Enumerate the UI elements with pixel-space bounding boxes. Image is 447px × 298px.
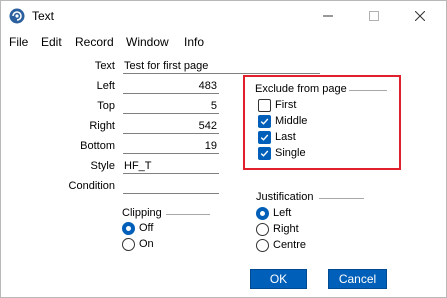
top-label: Top	[97, 100, 115, 112]
ok-button[interactable]: OK	[250, 269, 307, 289]
radio-selected-icon	[122, 222, 135, 235]
exclude-group-title: Exclude from page	[255, 83, 347, 95]
condition-field[interactable]	[123, 179, 219, 194]
clipping-group-line	[166, 214, 210, 215]
justification-group-line	[319, 198, 364, 199]
maximize-icon	[369, 11, 379, 21]
menu-file[interactable]: File	[9, 35, 28, 49]
minimize-button[interactable]	[305, 1, 351, 31]
justification-group-title: Justification	[256, 191, 314, 203]
title-bar[interactable]: Text	[1, 1, 446, 31]
close-icon	[415, 11, 425, 21]
menu-record[interactable]: Record	[75, 35, 114, 49]
text-field[interactable]: Test for first page	[123, 59, 320, 74]
radio-unselected-icon	[122, 238, 135, 251]
clipping-group-title: Clipping	[122, 207, 162, 219]
text-label: Text	[94, 60, 115, 72]
left-label: Left	[96, 80, 115, 92]
checkbox-checked-icon	[258, 147, 271, 160]
exclude-middle-label: Middle	[275, 115, 308, 127]
menu-bar: File Edit Record Window Info	[1, 32, 446, 52]
app-logo-icon	[9, 8, 25, 24]
window-title: Text	[32, 9, 55, 23]
checkbox-checked-icon	[258, 115, 271, 128]
radio-unselected-icon	[256, 223, 269, 236]
justification-left-label: Left	[273, 207, 292, 219]
exclude-single-label: Single	[275, 147, 306, 159]
exclude-first-label: First	[275, 99, 297, 111]
justification-right-label: Right	[273, 223, 299, 235]
exclude-group-line	[349, 90, 387, 91]
clipping-on-label: On	[139, 238, 154, 250]
checkbox-unchecked-icon	[258, 99, 271, 112]
bottom-field[interactable]: 19	[123, 139, 219, 154]
cancel-button[interactable]: Cancel	[328, 269, 387, 289]
style-field[interactable]: HF_T	[123, 159, 219, 174]
menu-edit[interactable]: Edit	[41, 35, 62, 49]
checkbox-checked-icon	[258, 131, 271, 144]
minimize-icon	[323, 15, 333, 17]
left-field[interactable]: 483	[123, 79, 219, 94]
radio-unselected-icon	[256, 239, 269, 252]
style-label: Style	[90, 160, 115, 172]
dialog-window: Text File Edit Record Window Info Text T…	[0, 0, 447, 298]
exclude-last-label: Last	[275, 131, 296, 143]
condition-label: Condition	[68, 180, 115, 192]
menu-info[interactable]: Info	[184, 35, 204, 49]
right-field[interactable]: 542	[123, 119, 219, 134]
menu-window[interactable]: Window	[126, 35, 169, 49]
radio-selected-icon	[256, 207, 269, 220]
close-button[interactable]	[397, 1, 443, 31]
bottom-label: Bottom	[80, 140, 115, 152]
justification-centre-label: Centre	[273, 239, 307, 251]
maximize-button[interactable]	[351, 1, 397, 31]
clipping-off-label: Off	[139, 222, 154, 234]
top-field[interactable]: 5	[123, 99, 219, 114]
right-label: Right	[89, 120, 115, 132]
